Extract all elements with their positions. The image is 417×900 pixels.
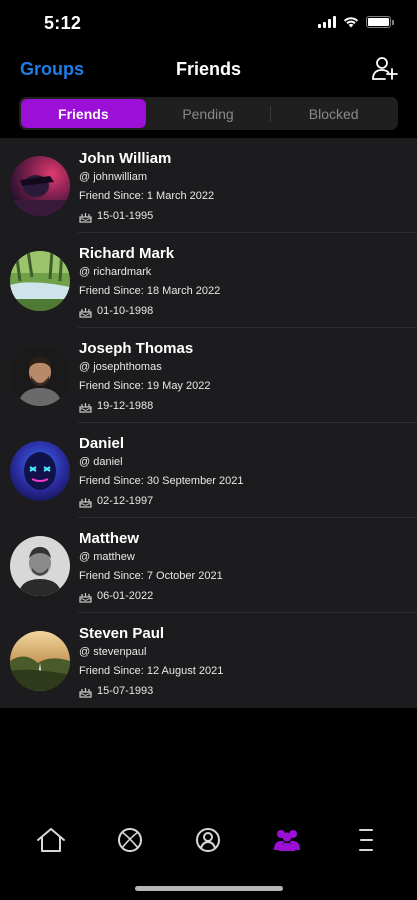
cake-icon <box>79 402 92 413</box>
friends-list: John William @ johnwilliam Friend Since:… <box>0 138 417 708</box>
menu-icon <box>358 829 373 851</box>
birthday: 19-12-1988 <box>79 397 210 416</box>
friend-username: @ daniel <box>79 456 123 468</box>
avatar <box>10 441 70 501</box>
friend-info: Richard Mark @ richardmark Friend Since:… <box>79 244 220 321</box>
cake-icon <box>79 687 92 698</box>
birthday: 02-12-1997 <box>79 492 244 511</box>
friend-since: Friend Since: 12 August 2021 <box>79 665 224 677</box>
avatar <box>10 346 70 406</box>
wifi-icon <box>343 17 359 28</box>
birthday-date: 15-07-1993 <box>97 685 154 697</box>
friend-username: @ richardmark <box>79 266 152 278</box>
sports-ball-icon <box>117 828 142 852</box>
tab-sports[interactable] <box>100 818 160 862</box>
status-icons <box>318 16 394 28</box>
tab-pending[interactable]: Pending <box>146 99 271 128</box>
friend-since: Friend Since: 1 March 2022 <box>79 190 215 202</box>
cake-icon <box>79 497 92 508</box>
tab-friends-nav[interactable] <box>257 818 317 862</box>
friend-info: Matthew @ matthew Friend Since: 7 Octobe… <box>79 529 223 606</box>
friend-name: Daniel <box>79 435 125 452</box>
birthday-date: 01-10-1998 <box>97 305 154 317</box>
list-item[interactable]: John William @ johnwilliam Friend Since:… <box>0 138 417 233</box>
bottom-tab-bar <box>0 812 417 868</box>
friend-info: John William @ johnwilliam Friend Since:… <box>79 149 214 226</box>
status-bar: 5:12 <box>0 0 417 46</box>
friend-name: Steven Paul <box>79 625 165 642</box>
cake-icon <box>79 212 92 223</box>
friends-icon <box>274 830 301 851</box>
tab-menu[interactable] <box>336 818 396 862</box>
friend-username: @ josephthomas <box>79 361 162 373</box>
friend-since: Friend Since: 18 March 2022 <box>79 285 221 297</box>
birthday: 06-01-2022 <box>79 587 223 606</box>
birthday-date: 06-01-2022 <box>97 590 154 602</box>
home-indicator <box>135 886 283 891</box>
friend-name: Richard Mark <box>79 245 175 262</box>
tab-friends[interactable]: Friends <box>21 99 146 128</box>
page-title: Friends <box>175 59 241 79</box>
avatar <box>10 156 70 216</box>
friend-since: Friend Since: 19 May 2022 <box>79 380 211 392</box>
friend-name: John William <box>79 150 172 167</box>
home-icon <box>37 828 66 852</box>
cake-icon <box>79 307 92 318</box>
avatar <box>10 251 70 311</box>
battery-icon <box>366 16 394 28</box>
friend-info: Steven Paul @ stevenpaul Friend Since: 1… <box>79 624 223 701</box>
tab-profile[interactable] <box>178 818 238 862</box>
friend-name: Matthew <box>79 530 139 547</box>
avatar <box>10 536 70 596</box>
avatar <box>10 631 70 691</box>
birthday: 15-01-1995 <box>79 207 214 226</box>
friend-info: Joseph Thomas @ josephthomas Friend Sinc… <box>79 339 210 416</box>
tab-blocked[interactable]: Blocked <box>271 99 396 128</box>
friend-since: Friend Since: 7 October 2021 <box>79 570 223 582</box>
list-item[interactable]: Matthew @ matthew Friend Since: 7 Octobe… <box>0 518 417 613</box>
friends-segmented-control: Friends Pending Blocked <box>19 97 398 130</box>
friend-info: Daniel @ daniel Friend Since: 30 Septemb… <box>79 434 244 511</box>
signal-icon <box>318 16 336 28</box>
birthday-date: 15-01-1995 <box>97 210 154 222</box>
status-time: 5:12 <box>44 13 82 33</box>
list-item[interactable]: Steven Paul @ stevenpaul Friend Since: 1… <box>0 613 417 708</box>
navigation-bar: Groups Friends <box>0 46 417 90</box>
birthday: 15-07-1993 <box>79 682 223 701</box>
birthday-date: 02-12-1997 <box>97 495 154 507</box>
list-item[interactable]: Daniel @ daniel Friend Since: 30 Septemb… <box>0 423 417 518</box>
friend-name: Joseph Thomas <box>79 340 194 357</box>
cake-icon <box>79 592 92 603</box>
list-item[interactable]: Joseph Thomas @ josephthomas Friend Sinc… <box>0 328 417 423</box>
friend-username: @ johnwilliam <box>79 171 148 183</box>
friend-username: @ matthew <box>79 551 135 563</box>
tab-home[interactable] <box>21 818 81 862</box>
friend-username: @ stevenpaul <box>79 646 147 658</box>
birthday: 01-10-1998 <box>79 302 220 321</box>
birthday-date: 19-12-1988 <box>97 400 154 412</box>
friend-since: Friend Since: 30 September 2021 <box>79 475 244 487</box>
profile-icon <box>196 828 221 852</box>
list-item[interactable]: Richard Mark @ richardmark Friend Since:… <box>0 233 417 328</box>
add-friend-icon[interactable] <box>371 54 399 82</box>
